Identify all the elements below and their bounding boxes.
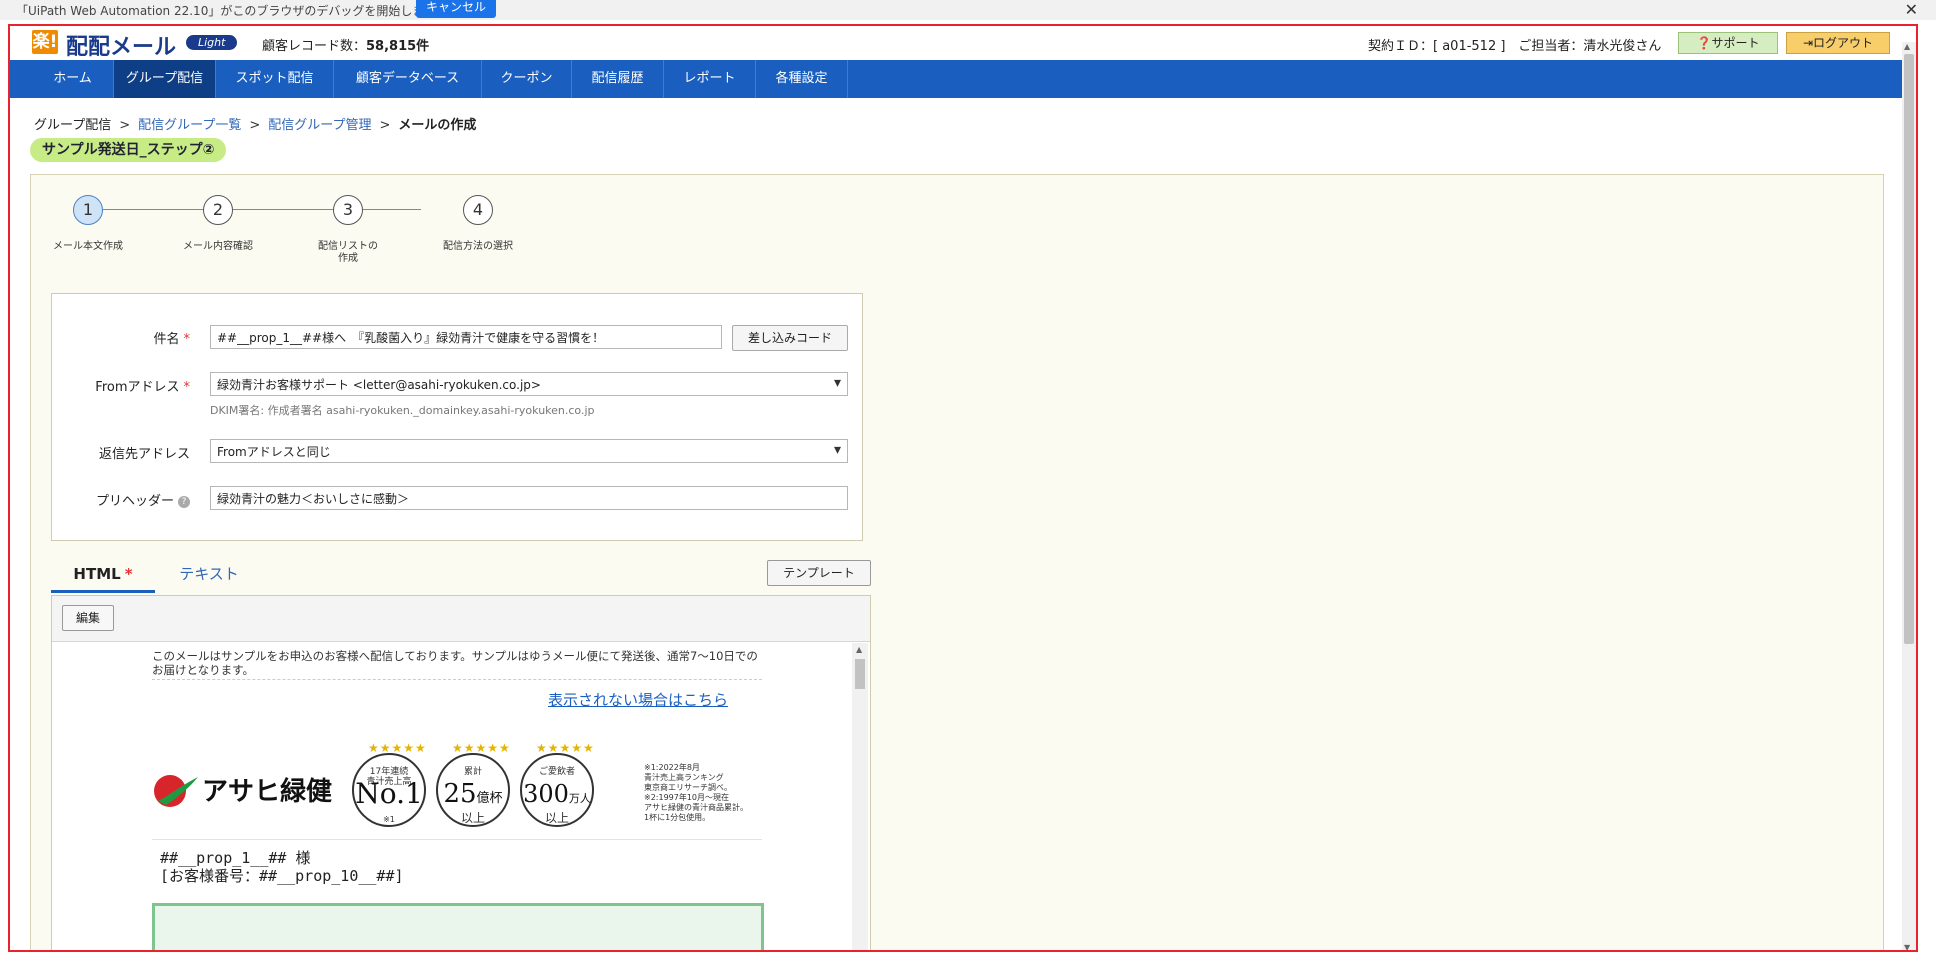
debug-bar: 「UiPath Web Automation 22.10」がこのブラウザのデバッ… [0,0,1936,20]
logout-button[interactable]: ⇥ログアウト [1786,32,1890,54]
nav-item-group-delivery[interactable]: グループ配信 [114,60,216,98]
preview-divider-2 [152,839,762,840]
scroll-up-icon[interactable]: ▲ [1904,42,1910,51]
preview-logo-text: アサヒ緑健 [202,777,333,807]
record-count-label: 顧客レコード数： [262,39,367,54]
record-count-value: 58,815件 [366,39,430,54]
breadcrumb-group-delivery: グループ配信 [34,118,112,133]
step-1: 1 [73,195,103,225]
crown-icon: ★★★★★ [536,741,595,755]
from-address-select[interactable]: 緑効青汁お客様サポート <letter@asahi-ryokuken.co.jp… [210,372,848,396]
breadcrumb: グループ配信 > 配信グループ一覧 > 配信グループ管理 > メールの作成 [34,118,477,133]
main-nav: ホーム グループ配信 スポット配信 顧客データベース クーポン 配信履歴 レポー… [10,60,1906,98]
preview-notice: このメールはサンプルをお申込のお客様へ配信しております。サンプルはゆうメール便に… [152,649,758,677]
support-label: サポート [1711,36,1760,50]
preview-banner-image [152,903,764,950]
step-1-label: メール本文作成 [53,241,123,252]
edit-button[interactable]: 編集 [62,605,114,631]
html-editor: 編集 このメールはサンプルをお申込のお客様へ配信しております。サンプルはゆうメー… [51,595,871,950]
step-2-label: メール内容確認 [183,241,253,252]
subject-input[interactable]: ##__prop_1__##様へ 『乳酸菌入り』緑効青汁で健康を守る習慣を！ [210,325,722,349]
insert-code-button[interactable]: 差し込みコード [732,325,848,351]
nav-item-spot-delivery[interactable]: スポット配信 [216,60,334,98]
contract-info: 契約ＩＤ：[ a01-512 ] ご担当者：清水光俊さん [1368,39,1662,54]
editor-toolbar: 編集 [52,596,870,642]
debug-cancel-button[interactable]: キャンセル [416,0,496,18]
scroll-down-icon[interactable]: ▼ [1904,943,1910,950]
step-4: 4 [463,195,493,225]
scroll-up-icon[interactable]: ▲ [856,645,862,654]
preview-view-link[interactable]: 表示されない場合はこちら [548,689,728,710]
step-connector [97,209,421,210]
breadcrumb-group-manage[interactable]: 配信グループ管理 [268,118,371,133]
preview-footnotes: ※1:2022年8月 青汁売上高ランキング 東京商エリサーチ調べ。 ※2:199… [644,763,748,822]
logo-icon: 楽! [32,30,58,54]
crown-icon: ★★★★★ [368,741,427,755]
logout-icon: ⇥ [1802,36,1814,50]
preview-scrollbar[interactable]: ▲ [852,643,868,950]
page-scrollbar[interactable]: ▲ ▼ [1902,42,1916,950]
app-frame: 楽! 配配メール Light 顧客レコード数：58,815件 契約ＩＤ：[ a0… [8,24,1918,952]
tab-text[interactable]: テキスト [159,557,259,593]
tab-html[interactable]: HTML * [51,557,155,593]
reply-address-label: 返信先アドレス [98,447,190,462]
nav-item-report[interactable]: レポート [664,60,756,98]
support-button[interactable]: ❓サポート [1678,32,1778,54]
asahi-logo-icon [154,775,198,807]
mail-form: 件名 * ##__prop_1__##様へ 『乳酸菌入り』緑効青汁で健康を守る習慣… [51,293,863,541]
preview-greeting: ##__prop_1__## 様 [お客様番号：##__prop_10__##] [160,849,404,885]
subject-label: 件名 * [153,332,190,347]
nav-item-home[interactable]: ホーム [32,60,114,98]
preview-divider [152,679,762,680]
from-address-label: Fromアドレス * [95,380,190,395]
step-4-label: 配信方法の選択 [443,241,513,252]
close-icon[interactable]: ✕ [1905,0,1918,19]
preheader-label: プリヘッダー? [52,490,190,509]
main-panel: 1 2 3 4 メール本文作成 メール内容確認 配信リストの 作成 配信方法の選… [30,174,1884,950]
nav-item-settings[interactable]: 各種設定 [756,60,848,98]
logo-text: 配配メール [66,35,177,60]
dkim-info: DKIM署名: 作成者署名 asahi-ryokuken._domainkey.… [210,404,595,417]
page-scrollbar-thumb[interactable] [1904,54,1914,644]
step-3-label: 配信リストの 作成 [318,241,378,264]
debug-message: 「UiPath Web Automation 22.10」がこのブラウザのデバッ… [16,4,449,18]
reply-address-select[interactable]: Fromアドレスと同じ [210,439,848,463]
nav-item-delivery-history[interactable]: 配信履歴 [572,60,664,98]
breadcrumb-current: メールの作成 [398,118,477,133]
record-count: 顧客レコード数：58,815件 [262,35,429,54]
preview-scrollbar-thumb[interactable] [855,659,865,689]
template-button[interactable]: テンプレート [767,560,871,586]
breadcrumb-group-list[interactable]: 配信グループ一覧 [138,118,241,133]
medal-25: ★★★★★ 累計 25億杯 以上 [436,741,510,827]
medal-300: ★★★★★ ご愛飲者 300万人 以上 [520,741,594,827]
step-3: 3 [333,195,363,225]
logout-label: ログアウト [1813,36,1874,50]
plan-badge: Light [186,35,238,50]
nav-item-customer-db[interactable]: 顧客データベース [334,60,482,98]
preheader-input[interactable]: 緑効青汁の魅力＜おいしさに感動＞ [210,486,848,510]
group-title: サンプル発送日_ステップ② [30,138,227,162]
step-2: 2 [203,195,233,225]
app-header: 楽! 配配メール Light 顧客レコード数：58,815件 契約ＩＤ：[ a0… [10,26,1916,60]
crown-icon: ★★★★★ [452,741,511,755]
medal-no1: ★★★★★ 17年連続 青汁売上高 No.1 ※1 [352,741,426,827]
nav-item-coupon[interactable]: クーポン [482,60,572,98]
help-icon[interactable]: ? [178,495,190,508]
question-circle-icon: ❓ [1696,36,1712,50]
mail-preview[interactable]: このメールはサンプルをお申込のお客様へ配信しております。サンプルはゆうメール便に… [52,643,852,950]
